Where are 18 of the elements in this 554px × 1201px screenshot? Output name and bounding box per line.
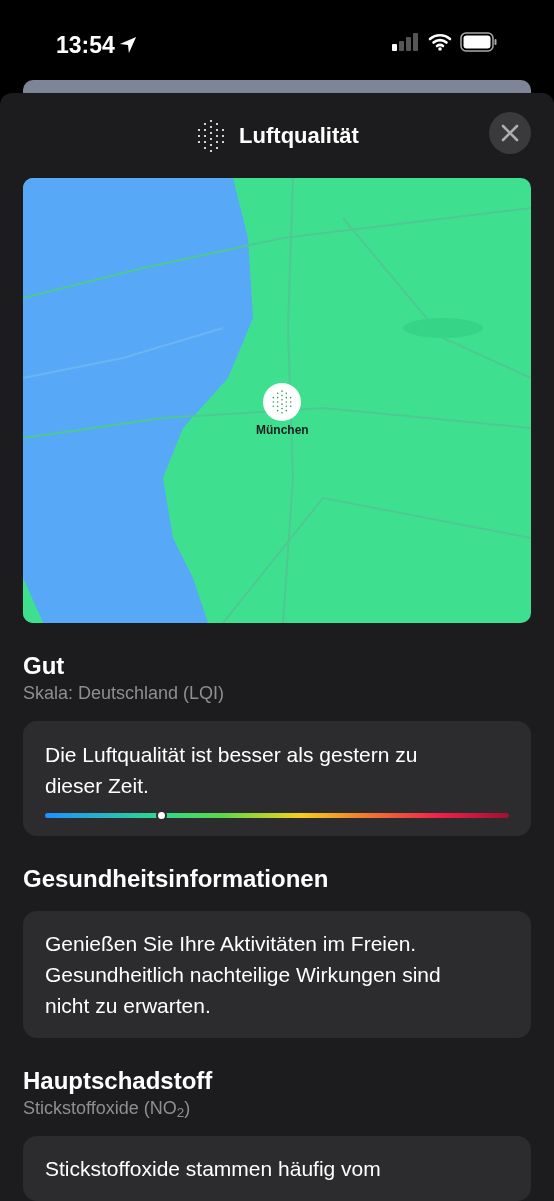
- section-subtitle: Stickstoffoxide (NO$_{2}$): [23, 1097, 192, 1120]
- scale-label: Skala: Deutschland (LQI): [23, 682, 226, 705]
- comparison-text: Die Luftqualität ist besser als gestern zu dieser Zeit.: [45, 742, 419, 799]
- info-text: Genießen Sie Ihre Aktivitäten im Freien. Gesundheitlich nachteilige Wirkungen sind nicht zu erwarten.: [45, 931, 442, 1019]
- sheet-title: Luftqualität: [239, 122, 359, 150]
- close-icon: [501, 124, 519, 142]
- rating-title: Gut: [23, 651, 66, 681]
- wifi-icon: [428, 33, 452, 51]
- info-text: Stickstoffoxide stammen häufig vom: [45, 1156, 382, 1182]
- close-button[interactable]: [489, 112, 531, 154]
- status-time: 13:54: [56, 31, 115, 60]
- air-quality-icon: [271, 389, 294, 415]
- section-title: Hauptschadstoff: [23, 1066, 214, 1096]
- section-title: Gesundheitsinformationen: [23, 864, 330, 894]
- pin-label: München: [256, 422, 309, 439]
- location-arrow-icon: [118, 36, 137, 55]
- battery-icon: [460, 32, 498, 52]
- signal-icon: [392, 33, 420, 51]
